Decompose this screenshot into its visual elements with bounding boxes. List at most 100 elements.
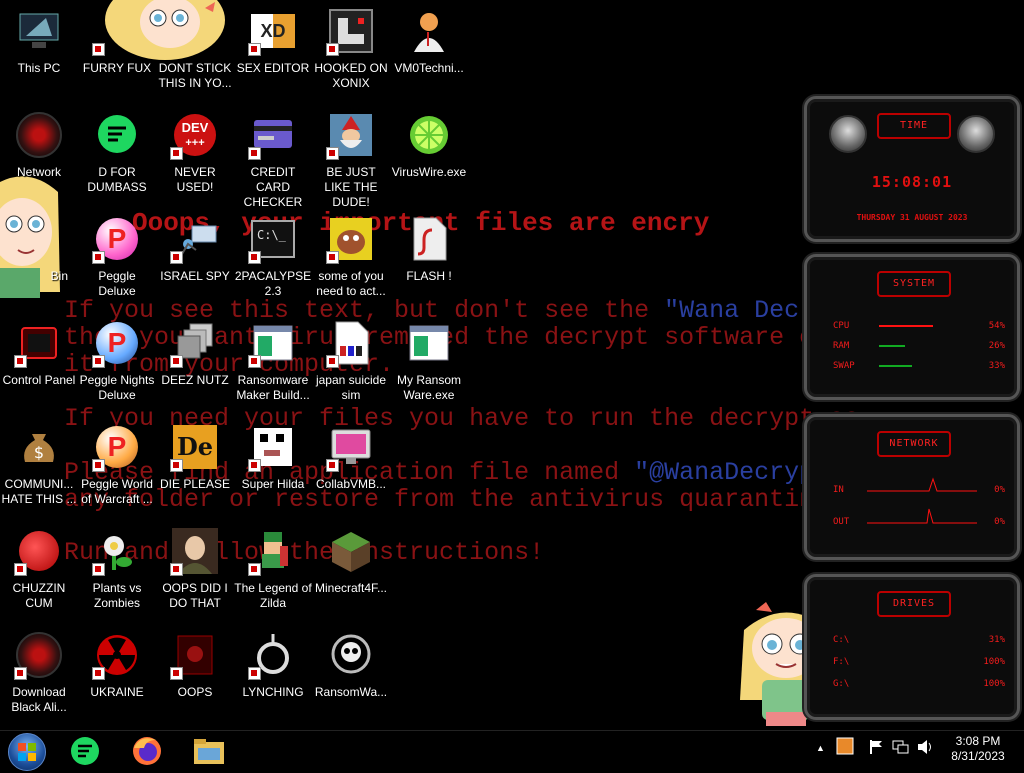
ram-label: RAM <box>833 341 850 351</box>
icon-label: CREDIT CARD CHECKER <box>243 165 303 209</box>
desktop-icon-oops-did-i[interactable]: OOPS DID I DO THAT <box>156 526 234 626</box>
desktop-icon-vm0technician[interactable]: VM0Techni... <box>390 6 468 106</box>
start-button[interactable] <box>8 733 46 771</box>
widget-clock: 15:08:01 <box>871 173 953 191</box>
money-bag-icon: $ <box>14 422 64 472</box>
desktop-icon-2pacalypse[interactable]: C:\_ 2PACALYPSE 2.3 <box>234 214 312 314</box>
desktop-icon-collabvm[interactable]: CollabVMB... <box>312 422 390 522</box>
drive-c-label: C:\ <box>833 635 850 645</box>
icon-label: Plants vs Zombies <box>92 581 142 610</box>
desktop-icon-ransomware-maker[interactable]: Ransomware Maker Build... <box>234 318 312 418</box>
icon-label: ISRAEL SPY <box>160 269 230 283</box>
desktop-icon-japan-suicide-sim[interactable]: japan suicide sim <box>312 318 390 418</box>
time-panel: TIME 15:08:01 THURSDAY 31 AUGUST 2023 <box>804 96 1020 242</box>
cpu-label: CPU <box>833 321 850 331</box>
icon-label: Peggle World of Warcraft ... <box>81 477 153 506</box>
icon-label: LYNCHING <box>242 685 304 699</box>
alien-icon <box>14 630 64 680</box>
desktop-icon-network[interactable]: Network <box>0 110 78 210</box>
icon-label: COMMUNI... HATE THIS ... <box>1 477 77 506</box>
network-computers-icon <box>170 214 220 264</box>
desktop-icon-hooked-on-xonix[interactable]: HOOKED ON XONIX <box>312 6 390 106</box>
desktop-icon-my-ransom-ware[interactable]: My Ransom Ware.exe <box>390 318 468 418</box>
alien-head-icon <box>829 115 867 153</box>
ram-bar <box>879 345 905 347</box>
skull-icon <box>326 630 376 680</box>
desktop-icon-control-panel[interactable]: Control Panel <box>0 318 78 418</box>
icon-label: japan suicide sim <box>315 373 387 402</box>
desktop-icon-flash[interactable]: FLASH ! <box>390 214 468 314</box>
time-title: TIME <box>877 113 951 139</box>
swap-percent: 33% <box>988 361 1005 371</box>
desktop-icon-peggle-wow[interactable]: P Peggle World of Warcraft ... <box>78 422 156 522</box>
desktop-icon-minecraft[interactable]: Minecraft4F... <box>312 526 390 626</box>
icon-label: BE JUST LIKE THE DUDE! <box>324 165 378 209</box>
icon-label: UKRAINE <box>90 685 144 699</box>
desktop-icon-legend-of-zilda[interactable]: The Legend of Zilda <box>234 526 312 626</box>
pixel-character-icon <box>248 526 298 576</box>
plant-icon <box>92 526 142 576</box>
desktop-icon-furry-fux[interactable]: FURRY FUX <box>78 6 156 106</box>
lime-icon <box>404 110 454 160</box>
desktop-icon-sex-editor[interactable]: XD SEX EDITOR <box>234 6 312 106</box>
monitor-icon <box>326 422 376 472</box>
show-hidden-icons-button[interactable]: ▲ <box>816 743 825 753</box>
desktop-icon-be-just-like-the-dude[interactable]: BE JUST LIKE THE DUDE! <box>312 110 390 210</box>
hxd-icon: XD <box>248 6 298 56</box>
icon-label: Peggle Nights Deluxe <box>79 373 155 402</box>
portrait-icon <box>170 526 220 576</box>
icon-label: some of you need to act... <box>316 269 386 298</box>
taskbar-time: 3:08 PM <box>955 734 1001 748</box>
desktop-icon-ransomware[interactable]: RansomWa... <box>312 630 390 730</box>
icon-label: Ransomware Maker Build... <box>236 373 310 402</box>
desktop-icon-plants-vs-zombies[interactable]: Plants vs Zombies <box>78 526 156 626</box>
de-logo-icon: De <box>170 422 220 472</box>
desktop-icon-d-for-dumbass[interactable]: D FOR DUMBASS <box>78 110 156 210</box>
desktop-icon-never-used[interactable]: DEV +++ NEVER USED! <box>156 110 234 210</box>
chuzzle-icon <box>14 526 64 576</box>
taskbar-app-green-icon[interactable] <box>68 734 102 768</box>
drives-panel: DRIVES C:\ 31% F:\ 100% G:\ 100% <box>804 574 1020 720</box>
computer-icon <box>14 6 64 56</box>
volume-icon[interactable] <box>916 739 934 758</box>
desktop-icon-dont-stick[interactable]: DONT STICK THIS IN YO... <box>156 6 234 106</box>
desktop-icon-peggle-deluxe[interactable]: P Peggle Deluxe <box>78 214 156 314</box>
desktop-icon-chuzzin-cum[interactable]: CHUZZIN CUM <box>0 526 78 626</box>
desktop-icon-download-black-alien[interactable]: Download Black Ali... <box>0 630 78 730</box>
desktop-icon-this-pc[interactable]: This PC <box>0 6 78 106</box>
icon-label: RansomWa... <box>314 685 388 699</box>
taskbar-firefox-icon[interactable] <box>130 734 164 768</box>
desktop-icon-ukraine[interactable]: UKRAINE <box>78 630 156 730</box>
net-in-graph <box>867 477 977 492</box>
speech-bubble-icon <box>92 110 142 160</box>
desktop-icon-deez-nutz[interactable]: DEEZ NUTZ <box>156 318 234 418</box>
icon-label: CHUZZIN CUM <box>12 581 66 610</box>
action-center-flag-icon[interactable] <box>868 739 884 758</box>
taskbar-clock[interactable]: 3:08 PM 8/31/2023 <box>942 734 1014 764</box>
icon-label: VirusWire.exe <box>391 165 467 179</box>
desktop-icon-viruswire[interactable]: VirusWire.exe <box>390 110 468 210</box>
tray-app-icon[interactable] <box>836 737 854 758</box>
desktop-icon-die-please[interactable]: De DIE PLEASE <box>156 422 234 522</box>
alien-head-icon <box>957 115 995 153</box>
credit-card-icon <box>248 110 298 160</box>
cpu-bar <box>879 325 933 327</box>
desktop-icon-oops[interactable]: OOPS <box>156 630 234 730</box>
desktop-icon-israel-spy[interactable]: ISRAEL SPY <box>156 214 234 314</box>
network-status-icon[interactable] <box>892 739 910 758</box>
icon-label: FLASH ! <box>406 269 452 283</box>
swap-bar <box>879 365 912 367</box>
dog-cartoon-icon <box>326 214 376 264</box>
dark-app-icon <box>170 630 220 680</box>
taskbar-explorer-icon[interactable] <box>192 734 226 768</box>
desktop-icon-credit-card-checker[interactable]: CREDIT CARD CHECKER <box>234 110 312 210</box>
desktop-icon-some-of-you[interactable]: some of you need to act... <box>312 214 390 314</box>
desktop-icon-communist[interactable]: $ COMMUNI... HATE THIS ... <box>0 422 78 522</box>
desktop-icon-lynching[interactable]: LYNCHING <box>234 630 312 730</box>
net-out-label: OUT <box>833 517 850 527</box>
desktop-icon-recycle-bin[interactable]: Bin <box>0 214 78 314</box>
desktop-icon-peggle-nights[interactable]: P Peggle Nights Deluxe <box>78 318 156 418</box>
desktop-icon-super-hilda[interactable]: Super Hilda <box>234 422 312 522</box>
icon-label: D FOR DUMBASS <box>87 165 147 194</box>
flash-document-icon <box>404 214 454 264</box>
